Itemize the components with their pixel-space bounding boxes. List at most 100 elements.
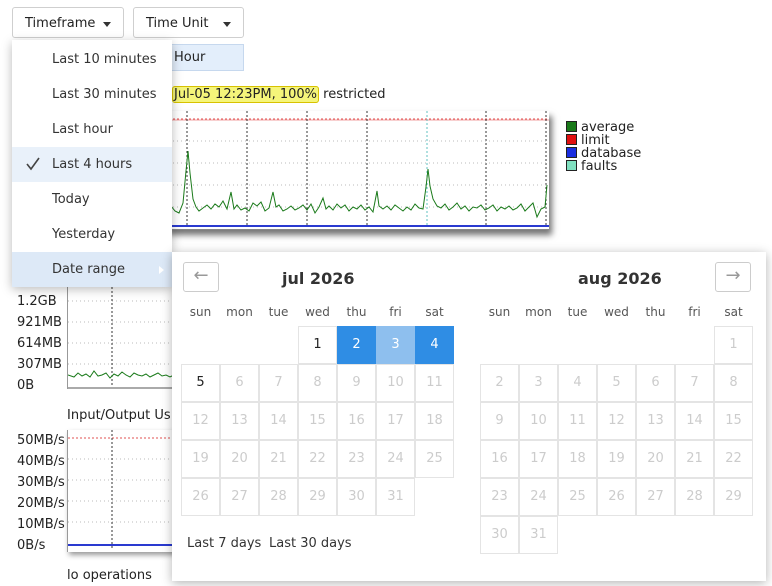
quick-range-last-7-days[interactable]: Last 7 days — [187, 536, 261, 551]
calendar-day[interactable]: 2 — [337, 326, 376, 364]
calendar-day[interactable]: 6 — [220, 364, 259, 402]
calendar-day[interactable]: 21 — [259, 440, 298, 478]
menu-item-date-range[interactable]: Date range — [12, 252, 172, 287]
calendar-day[interactable]: 13 — [220, 402, 259, 440]
calendar-day[interactable]: 12 — [181, 402, 220, 440]
submenu-arrow-icon — [159, 266, 164, 274]
calendar-day[interactable]: 10 — [376, 364, 415, 402]
month-title-jul: jul 2026 — [282, 269, 355, 288]
prev-month-button[interactable]: ← — [183, 262, 219, 292]
weekday-header: sat — [724, 305, 743, 319]
horizontal-gridlines — [165, 140, 549, 208]
weekday-header: tue — [567, 305, 588, 319]
calendar-day[interactable]: 4 — [558, 364, 597, 402]
caret-down-icon — [223, 22, 231, 27]
menu-item-last-hour[interactable]: Last hour — [12, 112, 172, 147]
calendar-day[interactable]: 7 — [259, 364, 298, 402]
weekday-header: sun — [189, 305, 212, 319]
menu-item-label: Last hour — [52, 122, 113, 137]
calendar-day[interactable]: 8 — [714, 364, 753, 402]
calendar-day[interactable]: 3 — [376, 326, 415, 364]
calendar-day[interactable]: 27 — [636, 478, 675, 516]
calendar-day[interactable]: 1 — [298, 326, 337, 364]
calendar-day[interactable]: 5 — [597, 364, 636, 402]
timeframe-menu: Last 10 minutes Last 30 minutes Last hou… — [12, 40, 172, 287]
timeframe-label: Timeframe — [25, 16, 96, 31]
calendar-day[interactable]: 5 — [181, 364, 220, 402]
calendar-day[interactable]: 23 — [480, 478, 519, 516]
calendar-day[interactable]: 21 — [675, 440, 714, 478]
calendar-day[interactable]: 31 — [376, 478, 415, 516]
menu-item-last-4-hours[interactable]: Last 4 hours — [12, 147, 172, 182]
calendar-day[interactable]: 14 — [259, 402, 298, 440]
next-month-button[interactable]: → — [715, 262, 751, 292]
io-section-title: Input/Output Us — [67, 408, 171, 423]
calendar-day[interactable]: 1 — [714, 326, 753, 364]
calendar-day[interactable]: 13 — [636, 402, 675, 440]
calendar-day[interactable]: 12 — [597, 402, 636, 440]
calendar-day[interactable]: 16 — [337, 402, 376, 440]
calendar-day[interactable]: 2 — [480, 364, 519, 402]
calendar-day[interactable]: 9 — [480, 402, 519, 440]
calendar-day[interactable]: 18 — [415, 402, 454, 440]
calendar-day[interactable]: 25 — [415, 440, 454, 478]
calendar-day[interactable]: 17 — [519, 440, 558, 478]
check-icon — [26, 157, 40, 171]
hour-unit-button[interactable]: Hour — [168, 44, 244, 71]
calendar-day[interactable]: 31 — [519, 516, 558, 554]
calendar-day[interactable]: 11 — [415, 364, 454, 402]
calendar-day[interactable]: 28 — [259, 478, 298, 516]
memory-axis-tick: 307MB — [17, 357, 62, 372]
time-unit-button[interactable]: Time Unit — [133, 7, 244, 38]
quick-range-last-30-days[interactable]: Last 30 days — [269, 536, 352, 551]
calendar-day[interactable]: 4 — [415, 326, 454, 364]
calendar-day[interactable]: 8 — [298, 364, 337, 402]
timeframe-button[interactable]: Timeframe — [12, 7, 124, 38]
calendar-day[interactable]: 30 — [480, 516, 519, 554]
memory-axis-tick: 614MB — [17, 336, 62, 351]
calendar-day[interactable]: 22 — [714, 440, 753, 478]
calendar-day[interactable]: 15 — [298, 402, 337, 440]
calendar-day[interactable]: 19 — [597, 440, 636, 478]
calendar-day[interactable]: 24 — [376, 440, 415, 478]
calendar-day[interactable]: 20 — [636, 440, 675, 478]
io-axis-tick: 50MB/s — [17, 433, 65, 448]
weekday-header: wed — [604, 305, 629, 319]
calendar-day[interactable]: 20 — [220, 440, 259, 478]
menu-item-last-30-minutes[interactable]: Last 30 minutes — [12, 77, 172, 112]
calendar-day[interactable]: 28 — [675, 478, 714, 516]
calendar-day[interactable]: 17 — [376, 402, 415, 440]
weekday-header: thu — [346, 305, 367, 319]
calendar-day[interactable]: 9 — [337, 364, 376, 402]
memory-axis-tick: 0B — [17, 378, 35, 393]
calendar-day[interactable]: 29 — [298, 478, 337, 516]
calendar-day[interactable]: 3 — [519, 364, 558, 402]
calendar-day[interactable]: 10 — [519, 402, 558, 440]
io-gridlines — [68, 458, 176, 523]
menu-item-last-10-minutes[interactable]: Last 10 minutes — [12, 42, 172, 77]
calendar-day[interactable]: 6 — [636, 364, 675, 402]
calendar-day[interactable]: 27 — [220, 478, 259, 516]
io-axis-tick: 20MB/s — [17, 496, 65, 511]
calendar-day[interactable]: 30 — [337, 478, 376, 516]
calendar-day[interactable]: 25 — [558, 478, 597, 516]
calendar-day[interactable]: 15 — [714, 402, 753, 440]
menu-item-today[interactable]: Today — [12, 182, 172, 217]
calendar-day[interactable]: 29 — [714, 478, 753, 516]
limit-swatch — [566, 134, 577, 145]
calendar-day[interactable]: 26 — [597, 478, 636, 516]
calendar-day[interactable]: 7 — [675, 364, 714, 402]
calendar-day[interactable]: 26 — [181, 478, 220, 516]
calendar-day[interactable]: 16 — [480, 440, 519, 478]
memory-chart — [67, 287, 177, 389]
menu-item-yesterday[interactable]: Yesterday — [12, 217, 172, 252]
calendar-day[interactable]: 11 — [558, 402, 597, 440]
calendar-day[interactable]: 18 — [558, 440, 597, 478]
month-title-aug: aug 2026 — [578, 269, 662, 288]
calendar-day[interactable]: 23 — [337, 440, 376, 478]
calendar-day[interactable]: 22 — [298, 440, 337, 478]
average-series-line — [164, 150, 548, 219]
calendar-day[interactable]: 14 — [675, 402, 714, 440]
calendar-day[interactable]: 19 — [181, 440, 220, 478]
calendar-day[interactable]: 24 — [519, 478, 558, 516]
